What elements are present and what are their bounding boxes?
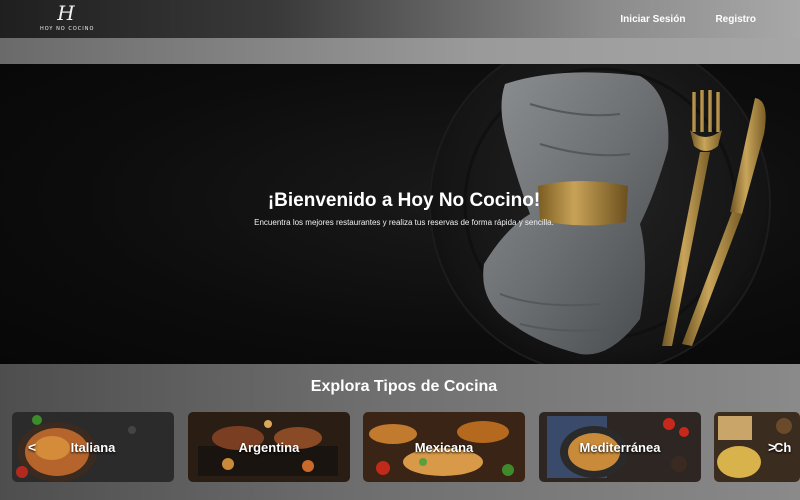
hero-image-napkin-cutlery: [429, 64, 771, 364]
register-link[interactable]: Registro: [715, 14, 756, 25]
cuisine-label: Mediterránea: [579, 440, 661, 455]
cuisine-card-mediterranea[interactable]: Mediterránea: [539, 412, 701, 482]
cuisine-section: Explora Tipos de Cocina Italiana Argenti…: [0, 364, 800, 500]
cuisine-card-italiana[interactable]: Italiana: [12, 412, 174, 482]
hero-subtitle: Encuentra los mejores restaurantes y rea…: [254, 218, 554, 227]
carousel-prev-button[interactable]: <: [28, 439, 36, 455]
cuisine-label: Mexicana: [414, 440, 474, 455]
cuisine-label: Argentina: [238, 440, 300, 455]
cuisine-card-argentina[interactable]: Argentina: [188, 412, 350, 482]
login-link[interactable]: Iniciar Sesión: [620, 14, 685, 25]
nav-links: Iniciar Sesión Registro: [620, 0, 756, 38]
header-spacer-band: [0, 38, 800, 64]
hero-banner: ¡Bienvenido a Hoy No Cocino! Encuentra l…: [0, 64, 800, 364]
site-logo[interactable]: H HOY NO COCINO: [40, 1, 95, 35]
logo-mark: H: [57, 1, 75, 25]
carousel-next-button[interactable]: >: [768, 439, 776, 455]
top-navbar: H HOY NO COCINO Iniciar Sesión Registro: [0, 0, 800, 38]
hero-title: ¡Bienvenido a Hoy No Cocino!: [267, 190, 541, 211]
section-title: Explora Tipos de Cocina: [310, 378, 498, 395]
logo-text: HOY NO COCINO: [40, 26, 95, 32]
cuisine-card-mexicana[interactable]: Mexicana: [363, 412, 525, 482]
cuisine-card-partial[interactable]: Ch: [714, 412, 800, 482]
cuisine-label: Italiana: [70, 440, 116, 455]
cuisine-carousel: Italiana Argentina Mexicana Mediterránea…: [12, 412, 800, 482]
cuisine-label: Ch: [774, 440, 792, 455]
